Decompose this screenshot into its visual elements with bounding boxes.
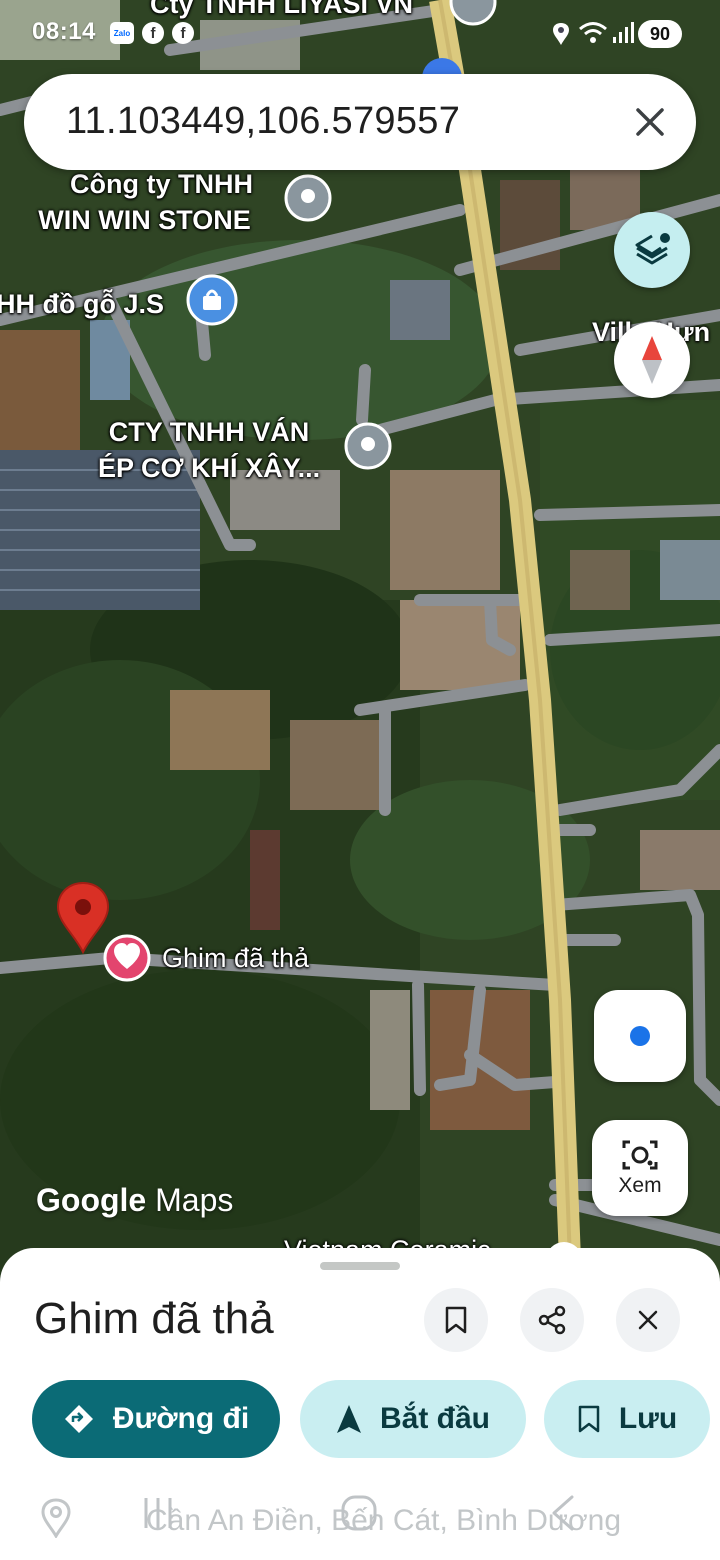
place-marker-winwin[interactable] — [284, 174, 332, 222]
directions-button[interactable]: Đường đi — [32, 1380, 280, 1458]
navigation-arrow-icon — [336, 1405, 361, 1433]
close-icon — [638, 1310, 658, 1330]
layers-icon — [635, 233, 670, 265]
zalo-icon: Zalo — [110, 22, 134, 44]
back-icon[interactable] — [548, 1494, 576, 1532]
recent-apps-icon[interactable] — [142, 1496, 174, 1530]
map-label-vanep-line1: CTY TNHH VÁN — [108, 417, 310, 447]
map-label-vanep[interactable]: CTY TNHH VÁN ÉP CƠ KHÍ XÂY... — [98, 414, 320, 486]
directions-label: Đường đi — [112, 1402, 250, 1435]
map-label-pin[interactable]: Ghim đã thả — [162, 940, 309, 976]
bookmark-button[interactable] — [424, 1288, 488, 1352]
system-nav-bar — [0, 1486, 720, 1560]
compass-button[interactable] — [614, 322, 690, 398]
my-location-button[interactable] — [594, 990, 686, 1082]
close-icon[interactable] — [628, 100, 672, 144]
map-label-winwin-line1: Công ty TNHH — [70, 169, 253, 199]
facebook-icon: f — [172, 22, 194, 44]
save-label: Lưu — [618, 1402, 678, 1435]
google-maps-logo: Google Maps — [36, 1182, 233, 1219]
camera-search-icon — [622, 1140, 658, 1170]
search-query[interactable]: 11.103449,106.579557 — [66, 100, 460, 143]
share-button[interactable] — [520, 1288, 584, 1352]
sheet-drag-handle[interactable] — [320, 1262, 400, 1270]
logo-maps-text: Maps — [155, 1182, 234, 1218]
bookmark-icon — [578, 1405, 600, 1433]
layers-button[interactable] — [614, 212, 690, 288]
lens-view-label: Xem — [618, 1174, 662, 1197]
start-button[interactable]: Bắt đầu — [300, 1380, 526, 1458]
map-label-dogo[interactable]: HH đồ gỗ J.S — [0, 286, 164, 322]
heart-marker-icon[interactable] — [103, 934, 151, 982]
signal-icon — [613, 22, 634, 43]
compass-icon — [642, 336, 662, 384]
place-marker-vanep[interactable] — [344, 422, 392, 470]
lens-view-button[interactable]: Xem — [592, 1120, 688, 1216]
share-icon — [538, 1305, 566, 1335]
directions-icon — [64, 1405, 93, 1433]
map-label-vanep-line2: ÉP CƠ KHÍ XÂY... — [98, 453, 321, 483]
sheet-title: Ghim đã thả — [34, 1294, 274, 1343]
bookmark-icon — [445, 1306, 467, 1334]
status-bar: 08:14 Zalo f f 90 — [0, 0, 720, 66]
my-location-icon — [626, 1022, 654, 1050]
battery-indicator: 90 — [638, 20, 682, 48]
wifi-icon — [579, 22, 607, 43]
map-label-winwin[interactable]: Công ty TNHH WIN WIN STONE — [36, 166, 253, 238]
search-bar[interactable]: 11.103449,106.579557 — [24, 74, 696, 170]
shopping-marker-dogo[interactable] — [186, 274, 238, 326]
map-label-winwin-line2: WIN WIN STONE — [38, 205, 251, 235]
start-label: Bắt đầu — [379, 1402, 490, 1435]
logo-google-text: Google — [36, 1182, 147, 1218]
facebook-icon: f — [142, 22, 164, 44]
sheet-close-button[interactable] — [616, 1288, 680, 1352]
home-icon[interactable] — [340, 1494, 378, 1532]
save-button[interactable]: Lưu — [544, 1380, 710, 1458]
location-icon — [553, 23, 569, 45]
status-time: 08:14 — [32, 18, 96, 45]
